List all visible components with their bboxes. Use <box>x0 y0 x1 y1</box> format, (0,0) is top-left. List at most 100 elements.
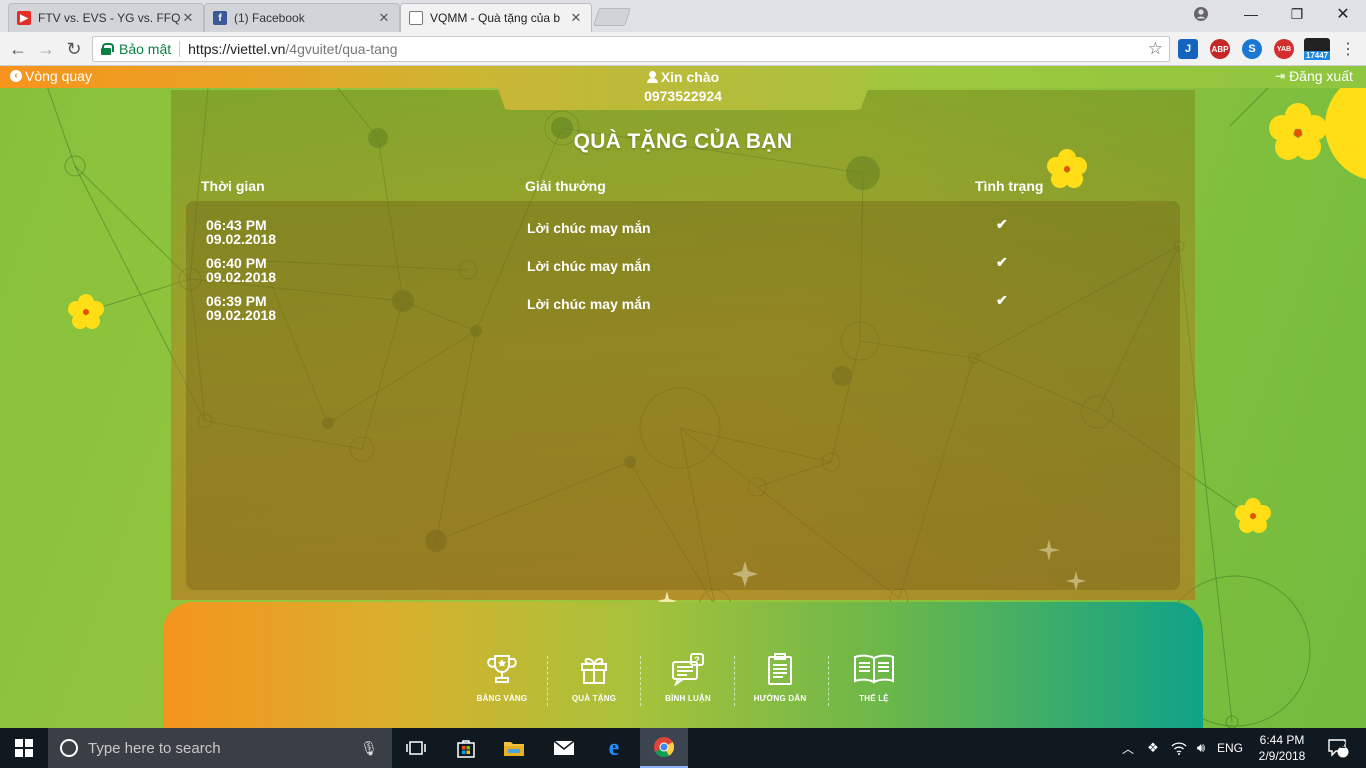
time-value: 06:39 PM <box>206 293 267 309</box>
nav-qua-tang[interactable]: QUÀ TẶNG <box>554 652 634 703</box>
menu-icon[interactable]: ⋮ <box>1336 37 1360 61</box>
logout-link[interactable]: ⇥ Đăng xuất <box>1275 68 1353 84</box>
window-close-button[interactable]: ✕ <box>1320 0 1366 28</box>
column-header-time: Thời gian <box>201 178 265 194</box>
windows-icon <box>15 739 33 757</box>
wheel-link[interactable]: ‹ Vòng quay <box>10 68 92 84</box>
dropbox-icon[interactable]: ❖ <box>1142 728 1164 768</box>
row-time: 06:43 PM 09.02.2018 <box>206 218 276 246</box>
forward-button[interactable]: → <box>34 37 58 61</box>
browser-toolbar: ← → ↻ Bảo mật https://viettel.vn/4gvuite… <box>0 32 1366 66</box>
profile-icon[interactable] <box>1178 0 1224 28</box>
trophy-icon <box>487 655 517 683</box>
gift-icon <box>581 657 607 684</box>
extension-s-icon[interactable]: S <box>1242 39 1262 59</box>
page: ‹ Vòng quay ⇥ Đăng xuất Xin chào 0973522… <box>0 66 1366 728</box>
start-button[interactable] <box>0 728 48 768</box>
time-value: 06:43 PM <box>206 217 267 233</box>
volume-icon[interactable]: 🔊︎ <box>1190 728 1212 768</box>
divider <box>179 41 181 57</box>
tab-title: FTV vs. EVS - YG vs. FFQ <box>38 11 181 25</box>
lock-icon <box>101 43 114 55</box>
show-hidden-icons-icon[interactable]: ︿ <box>1118 728 1138 768</box>
tab-youtube[interactable]: ▶ FTV vs. EVS - YG vs. FFQ ✕ <box>8 3 204 32</box>
notification-center-icon[interactable]: 2 <box>1318 728 1358 768</box>
phone-number: 0973522924 <box>644 88 722 104</box>
url-path: /4gvuitet/qua-tang <box>285 41 398 57</box>
extension-counter-icon[interactable]: 17447 <box>1304 38 1330 60</box>
extension-j-icon[interactable]: J <box>1178 39 1198 59</box>
facebook-icon: f <box>213 11 227 25</box>
greeting: Xin chào 0973522924 <box>583 68 783 106</box>
new-tab-button[interactable] <box>593 8 631 26</box>
row-time: 06:39 PM 09.02.2018 <box>206 294 276 322</box>
row-prize: Lời chúc may mắn <box>527 220 651 236</box>
notification-count: 2 <box>1340 740 1346 751</box>
column-header-prize: Giải thưởng <box>525 178 606 194</box>
nav-binh-luan[interactable]: ? BÌNH LUẬN <box>648 652 728 703</box>
language-indicator[interactable]: ENG <box>1212 740 1248 756</box>
row-prize: Lời chúc may mắn <box>527 258 651 274</box>
nav-label: QUÀ TẶNG <box>571 694 617 703</box>
tab-title: VQMM - Quà tặng của b <box>430 11 561 25</box>
adblock-icon[interactable]: ABP <box>1210 39 1230 59</box>
taskbar: Type here to search 🎙 e ︿ ❖ 🔊︎ ENG 6:44 … <box>0 728 1366 768</box>
reload-button[interactable]: ↻ <box>62 37 86 61</box>
nav-label: BẢNG VÀNG <box>476 694 528 703</box>
edge-icon[interactable]: e <box>594 728 634 768</box>
chrome-icon[interactable] <box>640 728 688 768</box>
book-icon <box>854 654 894 684</box>
check-icon: ✔ <box>996 216 1008 232</box>
nav-label: THỂ LỆ <box>859 694 889 703</box>
nav-bang-vang[interactable]: BẢNG VÀNG <box>462 652 542 703</box>
nav-divider <box>640 656 641 706</box>
close-icon[interactable]: ✕ <box>569 10 583 26</box>
check-icon: ✔ <box>996 254 1008 270</box>
store-icon[interactable] <box>446 728 486 768</box>
column-header-status: Tình trạng <box>975 178 1044 194</box>
extension-badge: 17447 <box>1304 51 1330 60</box>
close-icon[interactable]: ✕ <box>181 10 195 26</box>
microphone-icon[interactable]: 🎙 <box>360 740 378 757</box>
comment-icon: ? <box>672 653 704 687</box>
row-time: 06:40 PM 09.02.2018 <box>206 256 276 284</box>
bookmark-star-icon[interactable]: ☆ <box>1148 39 1163 59</box>
secure-label: Bảo mật <box>119 41 172 57</box>
date-value: 09.02.2018 <box>206 269 277 285</box>
page-title: QUÀ TẶNG CỦA BẠN <box>573 130 793 153</box>
arrow-left-circle-icon: ‹ <box>10 70 22 82</box>
clock-time: 6:44 PM <box>1259 733 1305 747</box>
clock[interactable]: 6:44 PM 2/9/2018 <box>1250 732 1314 764</box>
task-view-icon[interactable] <box>396 728 436 768</box>
tab-facebook[interactable]: f (1) Facebook ✕ <box>204 3 400 32</box>
greeting-text: Xin chào <box>660 69 720 85</box>
nav-the-le[interactable]: THỂ LỆ <box>834 652 914 703</box>
nav-label: HƯỚNG DẪN <box>753 694 807 703</box>
maximize-button[interactable]: ❐ <box>1274 0 1320 28</box>
yab-icon[interactable]: YAB <box>1274 39 1294 59</box>
tab-title: (1) Facebook <box>234 11 305 25</box>
row-prize: Lời chúc may mắn <box>527 296 651 312</box>
gift-table <box>186 201 1180 590</box>
address-bar[interactable]: Bảo mật https://viettel.vn/4gvuitet/qua-… <box>92 36 1170 62</box>
back-button[interactable]: ← <box>6 37 30 61</box>
date-value: 09.02.2018 <box>206 307 277 323</box>
file-explorer-icon[interactable] <box>494 728 534 768</box>
youtube-icon: ▶ <box>17 11 31 25</box>
clock-date: 2/9/2018 <box>1258 749 1306 763</box>
tab-vqmm[interactable]: VQMM - Quà tặng của b ✕ <box>400 3 592 32</box>
mail-icon[interactable] <box>544 728 584 768</box>
nav-divider <box>734 656 735 706</box>
logout-label: Đăng xuất <box>1289 68 1353 84</box>
minimize-button[interactable]: — <box>1228 0 1274 28</box>
close-icon[interactable]: ✕ <box>377 10 391 26</box>
clipboard-icon <box>768 653 792 685</box>
url-host: https://viettel.vn <box>188 41 286 57</box>
taskbar-search[interactable]: Type here to search 🎙 <box>48 728 392 768</box>
nav-huong-dan[interactable]: HƯỚNG DẪN <box>740 652 820 703</box>
search-placeholder: Type here to search <box>88 739 221 757</box>
logout-icon: ⇥ <box>1275 69 1286 83</box>
check-icon: ✔ <box>996 292 1008 308</box>
tab-strip: ▶ FTV vs. EVS - YG vs. FFQ ✕ f (1) Faceb… <box>0 0 1366 32</box>
wifi-icon[interactable] <box>1168 728 1190 768</box>
